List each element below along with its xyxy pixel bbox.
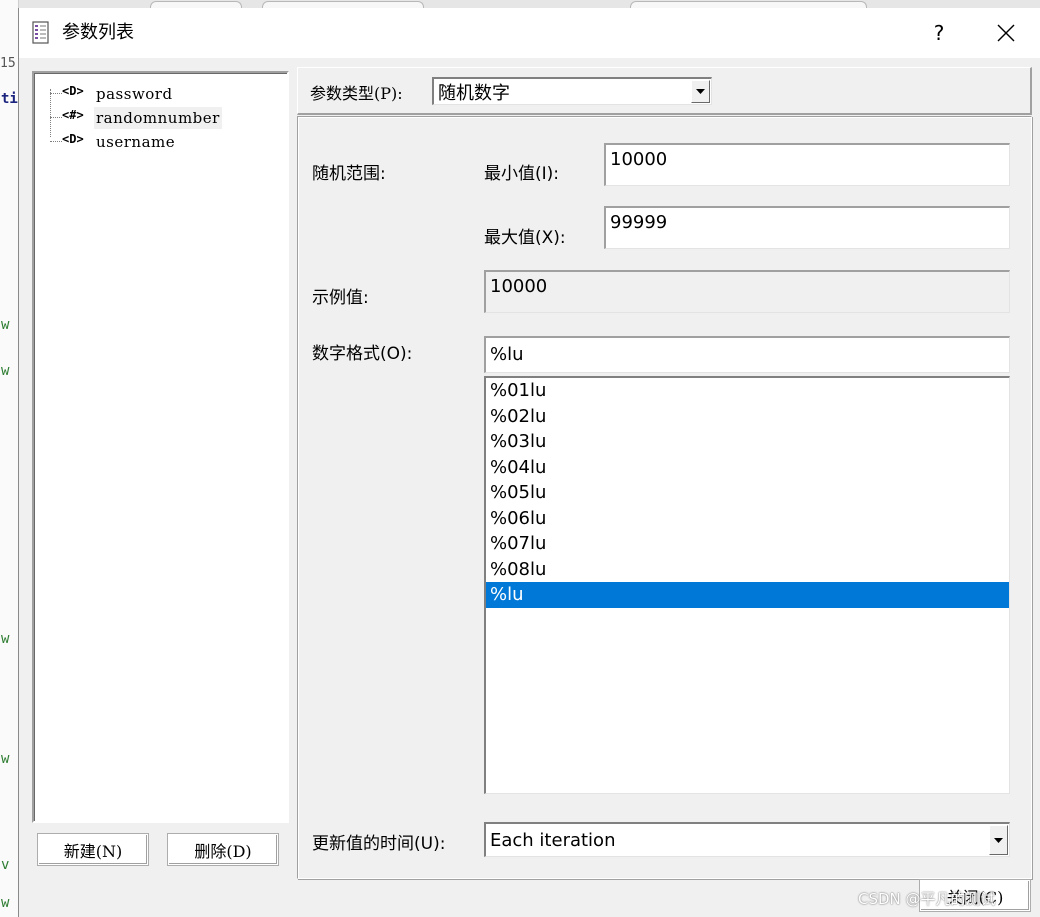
- tree-item-label: password: [96, 85, 173, 103]
- background-code-mark: w: [1, 317, 10, 333]
- dropdown-button[interactable]: [989, 825, 1008, 855]
- chevron-down-icon: [994, 837, 1003, 843]
- background-toolbar-piece: [262, 1, 424, 8]
- close-x-icon: [997, 24, 1015, 42]
- help-button[interactable]: ?: [917, 8, 961, 58]
- chevron-down-icon: [696, 89, 705, 94]
- background-line-number: 15: [0, 56, 16, 71]
- dropdown-button[interactable]: [691, 80, 710, 103]
- update-timing-label: 更新值的时间(U):: [312, 834, 446, 854]
- background-code-mark: w: [1, 363, 10, 379]
- param-type-value: 随机数字: [438, 82, 510, 104]
- format-option-04lu[interactable]: %04lu: [486, 455, 1009, 481]
- random-number-config: 随机范围: 最小值(I): 10000 最大值(X): 99999 示例值: 1…: [297, 116, 1032, 879]
- tree-connector: [50, 117, 62, 118]
- number-format-list[interactable]: %01lu %02lu %03lu %04lu %05lu %06lu %07l…: [484, 376, 1010, 794]
- dialog-titlebar[interactable]: 参数列表 ?: [19, 8, 1040, 58]
- format-option-07lu[interactable]: %07lu: [486, 531, 1009, 557]
- delete-button[interactable]: 删除(D): [167, 833, 279, 866]
- min-value-label: 最小值(I):: [484, 164, 560, 184]
- tree-connector: [50, 89, 51, 137]
- tree-connector: [50, 141, 62, 142]
- background-app-toolbar: [0, 0, 1040, 8]
- param-type-select[interactable]: 随机数字: [432, 77, 712, 105]
- format-option-06lu[interactable]: %06lu: [486, 506, 1009, 532]
- background-code-mark: w: [1, 895, 10, 911]
- parameter-list-dialog: 参数列表 ? <D> password <#> randomnumber <D>…: [18, 8, 1040, 917]
- min-value-input[interactable]: 10000: [604, 143, 1010, 186]
- max-value-input[interactable]: 99999: [604, 206, 1010, 249]
- random-range-label: 随机范围:: [312, 164, 386, 184]
- param-type-group: 参数类型(P): 随机数字: [297, 67, 1032, 115]
- format-option-05lu[interactable]: %05lu: [486, 480, 1009, 506]
- background-app-gutter: 15 ti w w w w v w: [0, 0, 19, 917]
- string-param-icon: <D>: [62, 132, 84, 146]
- number-format-label: 数字格式(O):: [312, 344, 413, 364]
- sample-value-field: 10000: [484, 270, 1010, 313]
- string-param-icon: <D>: [62, 84, 84, 98]
- tree-connector: [50, 93, 62, 94]
- sample-value-label: 示例值:: [312, 288, 369, 308]
- tree-item-label: randomnumber: [94, 107, 222, 129]
- background-code-mark: ti: [1, 91, 18, 107]
- update-timing-select[interactable]: Each iteration: [484, 822, 1010, 857]
- background-code-mark: w: [1, 751, 10, 767]
- param-type-label: 参数类型(P):: [310, 84, 403, 103]
- background-code-mark: w: [1, 631, 10, 647]
- format-option-08lu[interactable]: %08lu: [486, 557, 1009, 583]
- tree-item-label: username: [96, 133, 176, 151]
- background-code-mark: v: [1, 857, 10, 873]
- format-option-02lu[interactable]: %02lu: [486, 404, 1009, 430]
- format-option-lu[interactable]: %lu: [486, 582, 1009, 608]
- dialog-title: 参数列表: [62, 22, 134, 43]
- background-search-field: [630, 1, 867, 8]
- parameter-list-icon: [32, 21, 49, 44]
- background-toolbar-piece: [150, 1, 242, 8]
- new-button[interactable]: 新建(N): [37, 833, 149, 866]
- number-format-input[interactable]: %lu: [484, 336, 1010, 373]
- close-window-button[interactable]: [983, 8, 1029, 58]
- format-option-03lu[interactable]: %03lu: [486, 429, 1009, 455]
- update-timing-value: Each iteration: [490, 829, 616, 851]
- number-param-icon: <#>: [62, 108, 84, 122]
- max-value-label: 最大值(X):: [484, 228, 566, 248]
- parameter-tree[interactable]: <D> password <#> randomnumber <D> userna…: [32, 71, 289, 823]
- watermark: CSDN @平凡的测试: [858, 890, 996, 908]
- format-option-01lu[interactable]: %01lu: [486, 378, 1009, 404]
